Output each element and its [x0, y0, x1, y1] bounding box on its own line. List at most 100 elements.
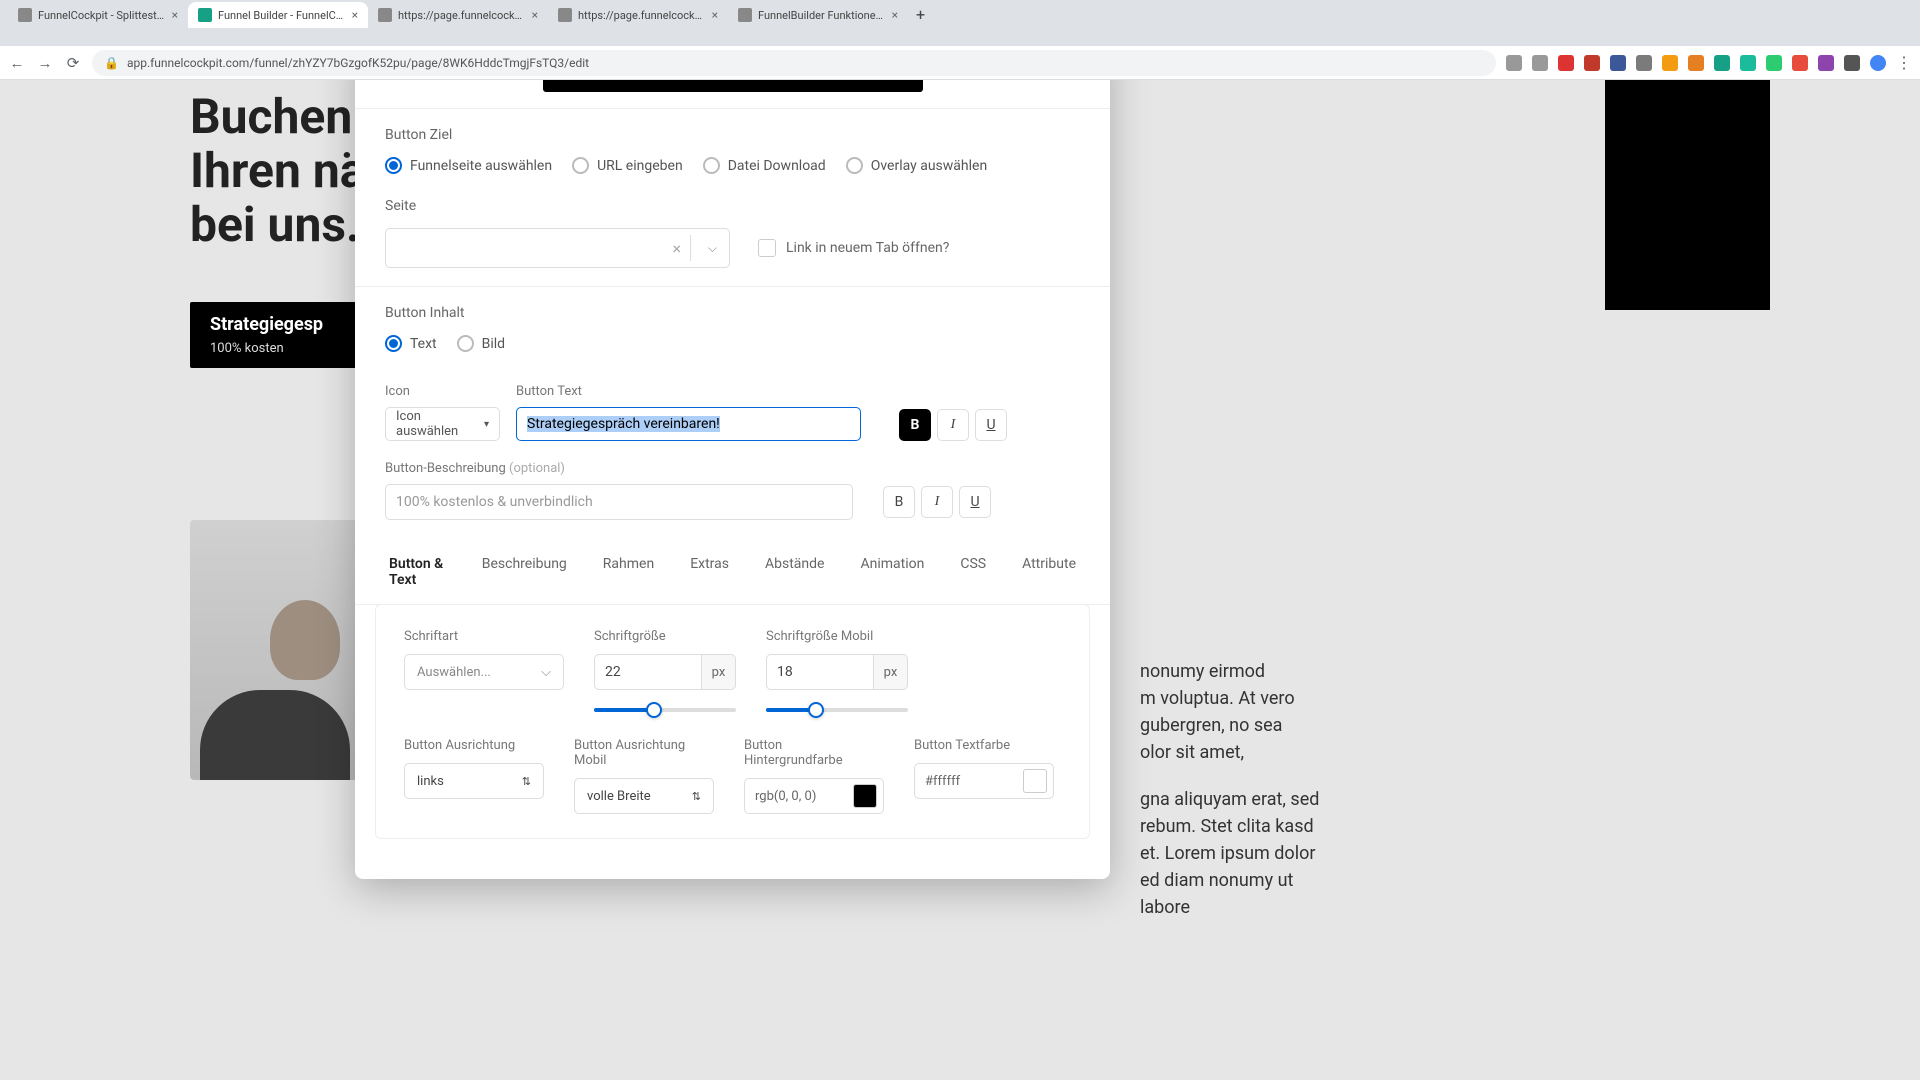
desc-format-buttons: B I U: [883, 486, 991, 518]
chevron-down-icon: ⌵: [541, 665, 551, 680]
radio-text[interactable]: Text: [385, 335, 437, 352]
size-mobile-input[interactable]: 18: [766, 654, 874, 690]
label-fg: Button Textfarbe: [914, 738, 1054, 753]
description-input[interactable]: 100% kostenlos & unverbindlich: [385, 484, 853, 520]
reload-button[interactable]: ⟳: [64, 54, 82, 72]
ext-icon[interactable]: [1688, 55, 1704, 71]
label-button-ziel: Button Ziel: [385, 127, 1080, 143]
ext-icon[interactable]: [1844, 55, 1860, 71]
person-image: [190, 520, 365, 780]
button-editor-modal: 100% kostenlos & unverbindlich Button Zi…: [355, 80, 1110, 879]
size-input[interactable]: 22: [594, 654, 702, 690]
chevron-down-icon: ⌵: [708, 241, 717, 256]
label-align: Button Ausrichtung: [404, 738, 544, 753]
ext-icon[interactable]: [1714, 55, 1730, 71]
ext-icon[interactable]: [1662, 55, 1678, 71]
tab-rahmen[interactable]: Rahmen: [599, 542, 658, 604]
label-align-mobile: Button Ausrichtung Mobil: [574, 738, 714, 768]
align-select[interactable]: links ⇅: [404, 763, 544, 799]
color-swatch[interactable]: [1023, 769, 1047, 793]
bold-button[interactable]: B: [899, 409, 931, 441]
ext-icon[interactable]: [1584, 55, 1600, 71]
radio-url[interactable]: URL eingeben: [572, 157, 683, 174]
video-placeholder: [1605, 80, 1770, 310]
address-bar: ← → ⟳ 🔒 app.funnelcockpit.com/funnel/zhY…: [0, 46, 1920, 80]
seite-select[interactable]: × ⌵: [385, 228, 730, 268]
label-bg: Button Hintergrundfarbe: [744, 738, 884, 768]
checkbox-new-tab[interactable]: [758, 239, 776, 257]
section-button-inhalt: Button Inhalt Text Bild: [355, 286, 1110, 352]
ext-icon[interactable]: [1636, 55, 1652, 71]
bold-button[interactable]: B: [883, 486, 915, 518]
tab-button-text[interactable]: Button & Text: [385, 542, 450, 604]
ext-icon[interactable]: [1506, 55, 1522, 71]
ext-icon[interactable]: [1870, 55, 1886, 71]
ext-icon[interactable]: [1766, 55, 1782, 71]
bg-color-input[interactable]: rgb(0, 0, 0): [744, 778, 884, 814]
ext-icon[interactable]: [1740, 55, 1756, 71]
new-tab-button[interactable]: +: [908, 1, 933, 28]
label-button-inhalt: Button Inhalt: [385, 305, 1080, 321]
label-button-text: Button Text: [516, 384, 861, 399]
select-icon: ⇅: [692, 790, 701, 803]
close-icon[interactable]: ×: [712, 8, 718, 22]
ext-icon[interactable]: [1792, 55, 1808, 71]
browser-tab[interactable]: FunnelBuilder Funktionen & El×: [728, 2, 908, 28]
ext-icon[interactable]: [1558, 55, 1574, 71]
preview-mini-button: Strategiegesp 100% kosten: [190, 302, 360, 368]
browser-tab[interactable]: https://page.funnelcockpit.co×: [368, 2, 548, 28]
button-text-input[interactable]: Strategiegespräch vereinbaren!: [516, 407, 861, 441]
clear-icon[interactable]: ×: [672, 239, 681, 258]
style-tabs: Button & Text Beschreibung Rahmen Extras…: [355, 542, 1110, 605]
tab-css[interactable]: CSS: [956, 542, 990, 604]
label-size-mobile: Schriftgröße Mobil: [766, 629, 908, 644]
browser-tab-active[interactable]: Funnel Builder - FunnelCockpit×: [188, 2, 368, 28]
close-icon[interactable]: ×: [352, 8, 358, 22]
ext-icon[interactable]: [1818, 55, 1834, 71]
italic-button[interactable]: I: [937, 409, 969, 441]
align-mobile-select[interactable]: volle Breite ⇅: [574, 778, 714, 814]
button-preview: 100% kostenlos & unverbindlich: [543, 80, 923, 92]
underline-button[interactable]: U: [959, 486, 991, 518]
forward-button[interactable]: →: [36, 54, 54, 72]
browser-tab[interactable]: https://page.funnelcockpit.co×: [548, 2, 728, 28]
underline-button[interactable]: U: [975, 409, 1007, 441]
radio-bild[interactable]: Bild: [457, 335, 505, 352]
tab-beschreibung[interactable]: Beschreibung: [478, 542, 571, 604]
label-size: Schriftgröße: [594, 629, 736, 644]
size-mobile-slider[interactable]: [766, 708, 908, 712]
schriftart-select[interactable]: Auswählen... ⌵: [404, 654, 564, 690]
label-seite: Seite: [385, 198, 1080, 214]
ext-icon[interactable]: [1610, 55, 1626, 71]
close-icon[interactable]: ×: [172, 8, 178, 22]
page-canvas: Buchen Si Ihren näch bei uns. W Strategi…: [0, 80, 1920, 1080]
tab-bar: FunnelCockpit - Splittests, Ma× Funnel B…: [0, 0, 1920, 28]
select-icon: ⇅: [522, 775, 531, 788]
radio-funnelseite[interactable]: Funnelseite auswählen: [385, 157, 552, 174]
label-icon: Icon: [385, 384, 500, 399]
tab-extras[interactable]: Extras: [686, 542, 733, 604]
radio-overlay[interactable]: Overlay auswählen: [846, 157, 987, 174]
section-seite: Seite × ⌵ Link in neuem Tab öffnen?: [355, 188, 1110, 268]
ext-icon[interactable]: [1532, 55, 1548, 71]
size-slider[interactable]: [594, 708, 736, 712]
close-icon[interactable]: ×: [532, 8, 538, 22]
url-input[interactable]: 🔒 app.funnelcockpit.com/funnel/zhYZY7bGz…: [92, 50, 1496, 76]
browser-tab[interactable]: FunnelCockpit - Splittests, Ma×: [8, 2, 188, 28]
tab-attribute[interactable]: Attribute: [1018, 542, 1080, 604]
icon-select[interactable]: Icon auswählen ▾: [385, 407, 500, 441]
italic-button[interactable]: I: [921, 486, 953, 518]
tab-animation[interactable]: Animation: [856, 542, 928, 604]
close-icon[interactable]: ×: [892, 8, 898, 22]
browser-chrome: FunnelCockpit - Splittests, Ma× Funnel B…: [0, 0, 1920, 46]
color-swatch[interactable]: [853, 784, 877, 808]
fg-color-input[interactable]: #ffffff: [914, 763, 1054, 799]
label-description: Button-Beschreibung (optional): [385, 461, 1080, 476]
label-new-tab: Link in neuem Tab öffnen?: [786, 240, 949, 256]
lock-icon: 🔒: [104, 56, 119, 70]
menu-icon[interactable]: ⋮: [1896, 53, 1912, 72]
label-schriftart: Schriftart: [404, 629, 564, 644]
radio-datei[interactable]: Datei Download: [703, 157, 826, 174]
tab-abstaende[interactable]: Abstände: [761, 542, 828, 604]
back-button[interactable]: ←: [8, 54, 26, 72]
